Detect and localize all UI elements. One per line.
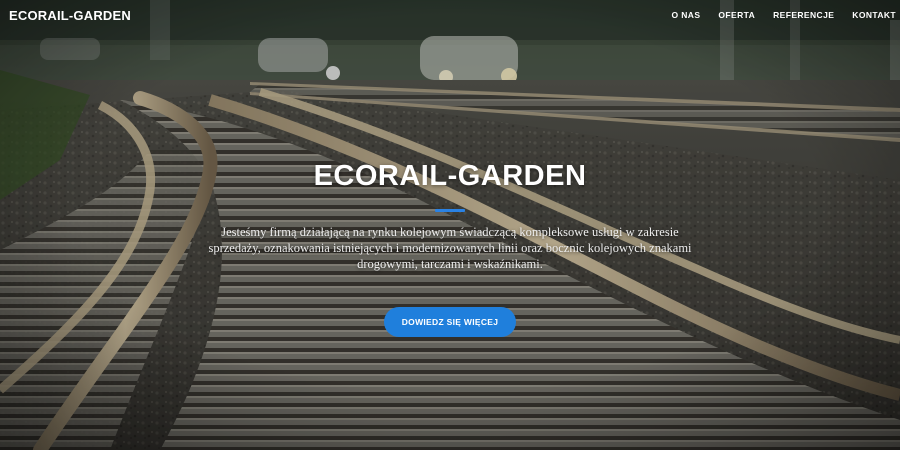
- top-navbar: ECORAIL-GARDEN O NAS OFERTA REFERENCJE K…: [0, 0, 900, 30]
- nav-link-kontakt[interactable]: KONTAKT: [852, 10, 896, 20]
- title-divider: [435, 209, 465, 212]
- nav-link-oferta[interactable]: OFERTA: [718, 10, 755, 20]
- learn-more-button[interactable]: DOWIEDZ SIĘ WIĘCEJ: [383, 307, 517, 337]
- nav-link-o-nas[interactable]: O NAS: [671, 10, 700, 20]
- nav-link-referencje[interactable]: REFERENCJE: [773, 10, 834, 20]
- hero-section: ECORAIL-GARDEN Jesteśmy firmą działającą…: [0, 160, 900, 337]
- hero-title: ECORAIL-GARDEN: [313, 160, 587, 192]
- brand-logo-link[interactable]: ECORAIL-GARDEN: [9, 8, 131, 23]
- hero-subtitle: Jesteśmy firmą działającą na rynku kolej…: [208, 225, 692, 271]
- nav-menu: O NAS OFERTA REFERENCJE KONTAKT: [671, 10, 898, 20]
